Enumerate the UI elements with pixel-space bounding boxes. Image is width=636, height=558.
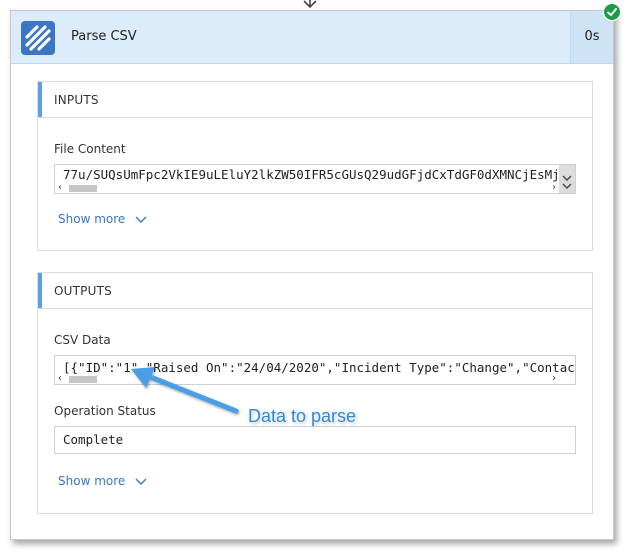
scroll-down-button[interactable]: [559, 165, 575, 193]
outputs-header: OUTPUTS: [38, 273, 592, 309]
scroll-left-icon[interactable]: ‹: [57, 374, 63, 384]
inputs-header: INPUTS: [38, 82, 592, 118]
chevron-down-icon: [135, 478, 147, 485]
operation-status-label: Operation Status: [54, 404, 156, 418]
scroll-thumb[interactable]: [69, 376, 97, 383]
inputs-section: INPUTS File Content 77u/SUQsUmFpc2VkIE9u…: [37, 81, 593, 251]
chevron-down-icon: [562, 175, 572, 189]
chevron-down-icon: [135, 216, 147, 223]
csv-data-value: [{"ID":"1","Raised On":"24/04/2020","Inc…: [63, 360, 576, 375]
scroll-thumb[interactable]: [69, 185, 97, 192]
outputs-show-more-link[interactable]: Show more: [58, 474, 147, 488]
show-more-label: Show more: [58, 212, 126, 226]
action-title: Parse CSV: [71, 29, 137, 44]
parse-csv-icon: [21, 21, 55, 55]
action-card: Parse CSV 0s INPUTS File Content 77u/SUQ…: [10, 3, 621, 540]
outputs-title: OUTPUTS: [54, 284, 112, 298]
section-accent-bar: [38, 273, 42, 308]
scroll-right-icon[interactable]: ›: [551, 183, 557, 193]
csv-data-scrollbar[interactable]: ‹ ›: [55, 374, 575, 384]
callout-label: Data to parse: [248, 406, 357, 426]
operation-status-value: Complete: [63, 432, 124, 447]
duration-value: 0s: [584, 29, 600, 44]
file-content-field[interactable]: 77u/SUQsUmFpc2VkIE9uLEluY2lkZW50IFR5cGUs…: [54, 164, 576, 194]
operation-status-field[interactable]: Complete: [54, 426, 576, 454]
file-content-label: File Content: [54, 142, 126, 156]
scroll-left-icon[interactable]: ‹: [57, 183, 63, 193]
inputs-show-more-link[interactable]: Show more: [58, 212, 147, 226]
csv-data-field[interactable]: [{"ID":"1","Raised On":"24/04/2020","Inc…: [54, 355, 576, 385]
show-more-label: Show more: [58, 474, 126, 488]
csv-data-label: CSV Data: [54, 333, 111, 347]
section-accent-bar: [38, 82, 42, 117]
outputs-section: OUTPUTS CSV Data [{"ID":"1","Raised On":…: [37, 272, 593, 514]
file-content-scrollbar[interactable]: ‹ ›: [55, 183, 575, 193]
scroll-right-icon[interactable]: ›: [551, 374, 557, 384]
success-check-icon: [603, 3, 621, 21]
file-content-value: 77u/SUQsUmFpc2VkIE9uLEluY2lkZW50IFR5cGUs…: [63, 167, 575, 182]
action-header[interactable]: Parse CSV 0s: [11, 11, 613, 64]
flow-connector-arrow-icon: [303, 0, 317, 9]
inputs-title: INPUTS: [54, 93, 99, 107]
